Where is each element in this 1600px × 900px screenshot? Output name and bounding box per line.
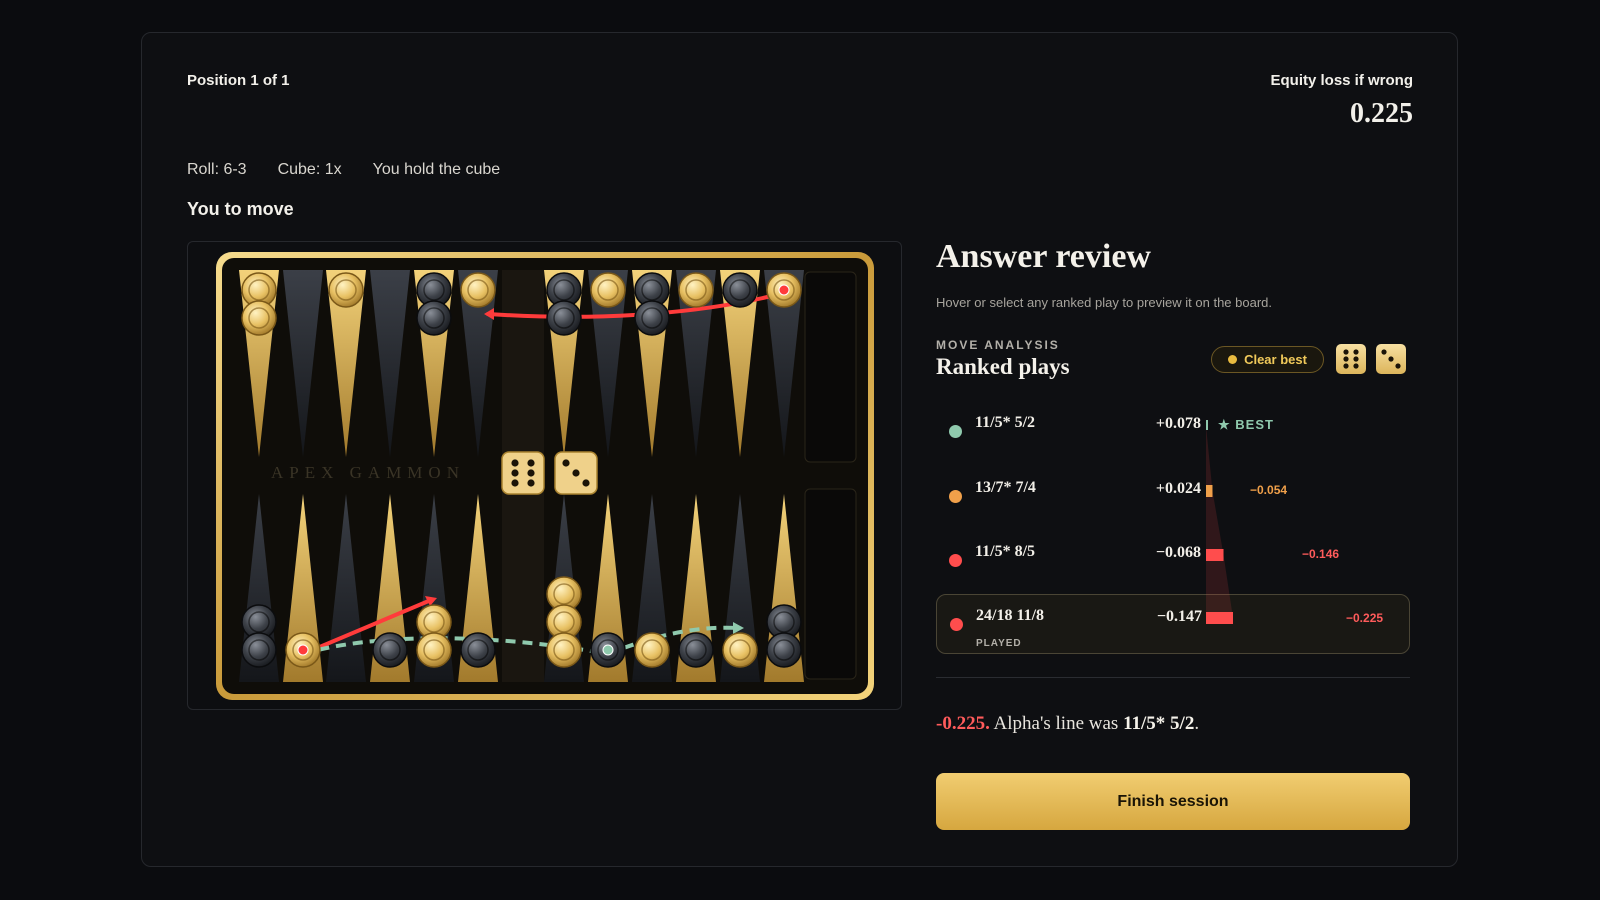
gold-checker[interactable] bbox=[678, 272, 714, 308]
cube-info: Cube: 1x bbox=[277, 161, 342, 178]
clear-best-button[interactable]: Clear best bbox=[1211, 346, 1324, 373]
finish-session-button[interactable]: Finish session bbox=[936, 773, 1410, 830]
position-meta: Roll: 6-3 Cube: 1x You hold the cube bbox=[187, 161, 500, 179]
backgammon-board[interactable]: APEX GAMMON bbox=[188, 242, 903, 711]
bear-off-tray-top[interactable] bbox=[804, 271, 857, 463]
position-counter: Position 1 of 1 bbox=[187, 72, 290, 89]
ranked-play-row-played[interactable]: 24/18 11/8 −0.147 PLAYED −0.225 bbox=[936, 594, 1410, 654]
section-label: MOVE ANALYSIS bbox=[936, 338, 1060, 352]
equity-loss-chart bbox=[1206, 420, 1233, 624]
die-pip bbox=[572, 469, 580, 477]
clear-best-label: Clear best bbox=[1244, 352, 1307, 367]
dark-checker[interactable] bbox=[241, 632, 277, 668]
summary-text: Alpha's line was bbox=[993, 713, 1119, 734]
dark-checker[interactable] bbox=[634, 300, 670, 336]
loss-bar bbox=[1206, 485, 1213, 497]
die-pip bbox=[562, 459, 570, 467]
play-move: 11/5* 5/2 bbox=[975, 414, 1036, 431]
play-status-dot bbox=[949, 554, 962, 567]
answer-summary: -0.225. Alpha's line was 11/5* 5/2. bbox=[936, 713, 1199, 735]
dark-checker[interactable] bbox=[372, 632, 408, 668]
play-equity-loss: −0.146 bbox=[1302, 547, 1340, 561]
play-move: 24/18 11/8 bbox=[976, 607, 1045, 624]
loss-bar bbox=[1206, 420, 1208, 430]
die-three-icon bbox=[1376, 344, 1406, 374]
dark-checker[interactable] bbox=[546, 300, 582, 336]
gold-checker[interactable] bbox=[546, 632, 582, 668]
ranked-play-row[interactable]: 11/5* 5/2 +0.078 ★ BEST bbox=[936, 402, 1410, 462]
turn-indicator: You to move bbox=[187, 199, 294, 219]
die-pip bbox=[582, 479, 590, 487]
dark-checker[interactable] bbox=[722, 272, 758, 308]
loss-wedge bbox=[1206, 420, 1233, 624]
play-move: 11/5* 8/5 bbox=[975, 543, 1036, 560]
die-pip bbox=[511, 459, 519, 467]
dark-checker[interactable] bbox=[766, 632, 802, 668]
best-origin-marker bbox=[602, 644, 614, 656]
move-origin-marker bbox=[778, 284, 790, 296]
die-six-icon bbox=[1336, 344, 1366, 374]
review-subtitle: Hover or select any ranked play to previ… bbox=[936, 295, 1273, 310]
review-title: Answer review bbox=[936, 238, 1151, 275]
board-brand-text: APEX GAMMON bbox=[271, 463, 465, 482]
roll-info: Roll: 6-3 bbox=[187, 161, 247, 178]
play-equity: +0.024 bbox=[1155, 480, 1201, 497]
loss-bar bbox=[1206, 549, 1224, 561]
summary-best-move: 11/5* 5/2 bbox=[1123, 713, 1195, 734]
play-move: 13/7* 7/4 bbox=[975, 479, 1036, 496]
bear-off-tray-bottom[interactable] bbox=[804, 488, 857, 680]
play-equity-loss: −0.225 bbox=[1346, 611, 1384, 625]
move-origin-marker bbox=[297, 644, 309, 656]
gold-checker[interactable] bbox=[328, 272, 364, 308]
dark-checker[interactable] bbox=[678, 632, 714, 668]
play-status-dot bbox=[950, 618, 963, 631]
die-pip bbox=[511, 469, 519, 477]
die-pip bbox=[527, 469, 535, 477]
ranked-play-row[interactable]: 11/5* 8/5 −0.068 −0.146 bbox=[936, 531, 1410, 591]
die-pip bbox=[527, 479, 535, 487]
gold-checker[interactable] bbox=[590, 272, 626, 308]
die-pip bbox=[527, 459, 535, 467]
dark-checker[interactable] bbox=[460, 632, 496, 668]
equity-loss-label: Equity loss if wrong bbox=[1270, 72, 1413, 89]
loss-bar bbox=[1206, 612, 1233, 624]
play-status-dot bbox=[949, 425, 962, 438]
section-title: Ranked plays bbox=[936, 354, 1070, 379]
equity-loss-value: 0.225 bbox=[1350, 98, 1413, 129]
play-equity: −0.147 bbox=[1156, 608, 1202, 625]
ranked-play-row[interactable]: 13/7* 7/4 +0.024 −0.054 bbox=[936, 467, 1410, 527]
summary-loss: -0.225. bbox=[936, 713, 990, 734]
dark-checker[interactable] bbox=[416, 300, 452, 336]
play-equity: +0.078 bbox=[1155, 415, 1201, 432]
divider bbox=[936, 677, 1410, 678]
die-pip bbox=[511, 479, 519, 487]
gold-checker[interactable] bbox=[460, 272, 496, 308]
gold-checker[interactable] bbox=[241, 300, 277, 336]
board-panel: APEX GAMMON bbox=[187, 241, 902, 710]
played-tag: PLAYED bbox=[976, 638, 1022, 649]
gold-checker[interactable] bbox=[634, 632, 670, 668]
summary-end: . bbox=[1194, 713, 1200, 734]
cube-owner-info: You hold the cube bbox=[372, 161, 501, 178]
gold-checker[interactable] bbox=[722, 632, 758, 668]
gold-checker[interactable] bbox=[416, 632, 452, 668]
board-die-six[interactable] bbox=[501, 451, 545, 495]
play-equity: −0.068 bbox=[1155, 544, 1201, 561]
clear-best-dot-icon bbox=[1228, 355, 1238, 364]
play-status-dot bbox=[949, 490, 962, 503]
